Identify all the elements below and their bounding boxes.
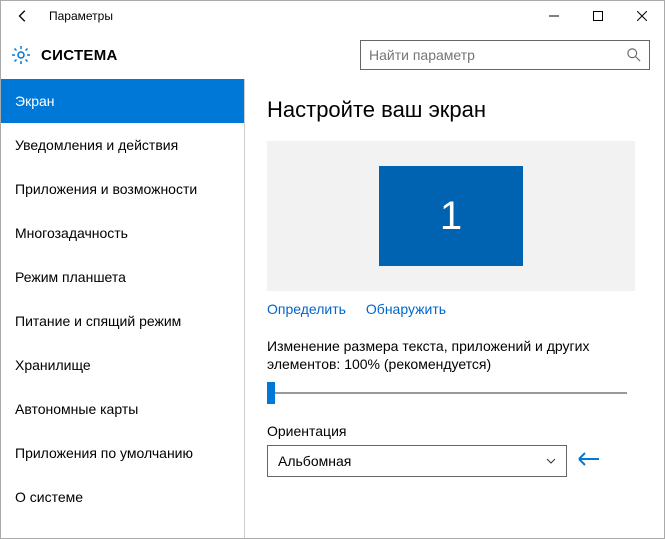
orientation-label: Ориентация [267,423,642,439]
sidebar-item-label: Приложения и возможности [15,181,197,197]
page-heading: Настройте ваш экран [267,97,642,123]
search-icon [627,48,641,62]
sidebar: Экран Уведомления и действия Приложения … [1,79,245,538]
sidebar-item-apps-features[interactable]: Приложения и возможности [1,167,244,211]
pointer-arrow-icon [577,450,601,473]
sidebar-item-offline-maps[interactable]: Автономные карты [1,387,244,431]
sidebar-item-label: Автономные карты [15,401,138,417]
sidebar-item-tablet-mode[interactable]: Режим планшета [1,255,244,299]
titlebar: Параметры [1,1,664,31]
orientation-value: Альбомная [278,453,351,469]
sidebar-item-label: Приложения по умолчанию [15,445,193,461]
identify-link[interactable]: Определить [267,301,346,317]
gear-icon [11,45,31,65]
orientation-dropdown[interactable]: Альбомная [267,445,567,477]
header: СИСТЕМА [1,31,664,79]
detect-link[interactable]: Обнаружить [366,301,446,317]
search-box[interactable] [360,40,650,70]
settings-window: Параметры СИСТЕМА Экран Уведомления и де… [0,0,665,539]
search-input[interactable] [369,47,627,63]
minimize-button[interactable] [532,1,576,31]
sidebar-item-label: Питание и спящий режим [15,313,181,329]
back-button[interactable] [1,1,45,31]
sidebar-item-storage[interactable]: Хранилище [1,343,244,387]
monitor-tile[interactable]: 1 [379,166,523,266]
slider-track [267,392,627,394]
section-title: СИСТЕМА [41,47,118,64]
sidebar-item-notifications[interactable]: Уведомления и действия [1,123,244,167]
sidebar-item-about[interactable]: О системе [1,475,244,519]
minimize-icon [549,11,559,21]
close-button[interactable] [620,1,664,31]
sidebar-item-default-apps[interactable]: Приложения по умолчанию [1,431,244,475]
window-title: Параметры [45,9,113,23]
sidebar-item-label: О системе [15,489,83,505]
maximize-button[interactable] [576,1,620,31]
chevron-down-icon [546,456,556,466]
display-actions: Определить Обнаружить [267,301,642,317]
sidebar-item-power-sleep[interactable]: Питание и спящий режим [1,299,244,343]
content: Экран Уведомления и действия Приложения … [1,79,664,538]
scaling-slider[interactable] [267,381,627,405]
sidebar-item-label: Экран [15,93,55,109]
back-arrow-icon [16,9,30,23]
sidebar-item-label: Уведомления и действия [15,137,178,153]
maximize-icon [593,11,603,21]
sidebar-item-label: Многозадачность [15,225,128,241]
slider-thumb[interactable] [267,382,275,404]
sidebar-item-display[interactable]: Экран [1,79,244,123]
sidebar-item-label: Режим планшета [15,269,126,285]
sidebar-item-label: Хранилище [15,357,91,373]
monitor-number: 1 [440,194,462,239]
main-panel: Настройте ваш экран 1 Определить Обнаруж… [245,79,664,538]
display-arrangement[interactable]: 1 [267,141,635,291]
close-icon [637,11,647,21]
sidebar-item-multitasking[interactable]: Многозадачность [1,211,244,255]
scaling-label: Изменение размера текста, приложений и д… [267,337,642,373]
